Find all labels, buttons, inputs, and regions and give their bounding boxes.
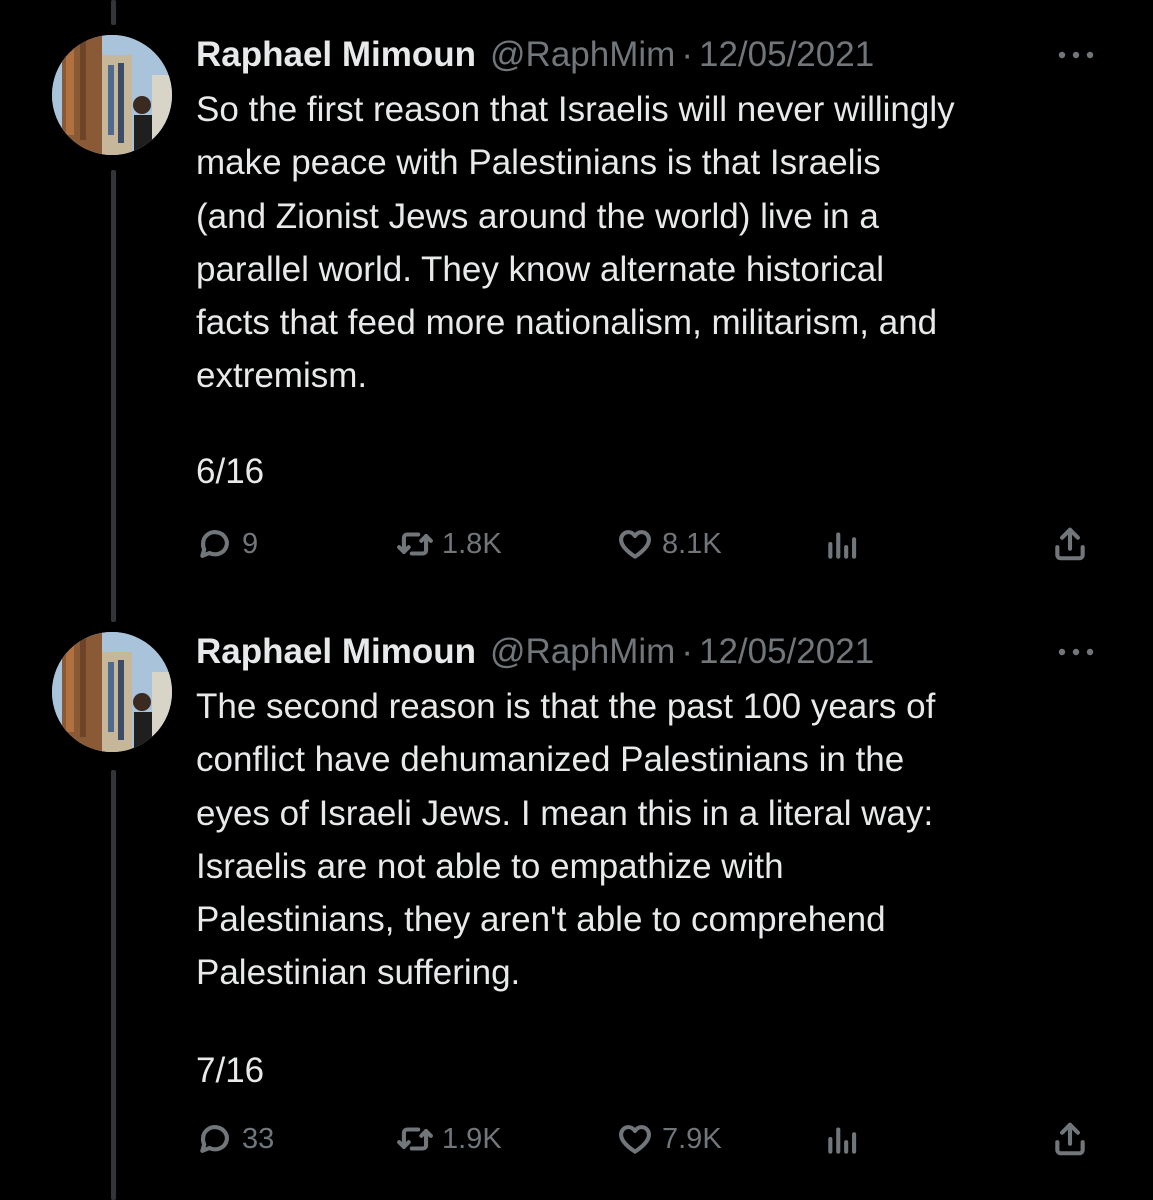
thread-position: 7/16: [196, 1051, 265, 1090]
reply-count: 33: [242, 1122, 275, 1155]
author-name[interactable]: Raphael Mimoun: [196, 622, 476, 682]
retweet-button[interactable]: 1.9K: [396, 1114, 502, 1164]
author-name[interactable]: Raphael Mimoun: [196, 25, 476, 85]
avatar[interactable]: [52, 35, 172, 155]
author-handle[interactable]: @RaphMim: [490, 25, 675, 85]
views-chart-icon: [828, 532, 857, 559]
retweet-count: 1.8K: [442, 527, 502, 560]
tweet-date[interactable]: 12/05/2021: [699, 25, 874, 85]
tweet-text: The second reason is that the past 100 y…: [196, 687, 936, 993]
tweet-header: Raphael Mimoun @RaphMim · 12/05/2021: [196, 622, 874, 682]
thread-position: 6/16: [196, 452, 265, 491]
heart-icon: [619, 1125, 651, 1154]
views-button[interactable]: [824, 1114, 862, 1164]
share-upload-icon: [1055, 1122, 1085, 1156]
like-button[interactable]: 7.9K: [616, 1114, 722, 1164]
tweet[interactable]: Raphael Mimoun @RaphMim · 12/05/2021 So …: [0, 25, 1153, 595]
retweet-icon: [397, 1127, 433, 1151]
tweet-date[interactable]: 12/05/2021: [699, 622, 874, 682]
heart-icon: [619, 530, 651, 559]
like-button[interactable]: 8.1K: [616, 519, 722, 569]
reply-bubble-icon: [200, 1125, 229, 1153]
thread-line-top: [111, 0, 116, 25]
tweet-actions: 33 1.9K 7.9K: [196, 1114, 1096, 1164]
tweet-actions: 9 1.8K 8.1K: [196, 519, 1096, 569]
separator-dot: ·: [681, 632, 693, 671]
author-handle[interactable]: @RaphMim: [490, 622, 675, 682]
retweet-button[interactable]: 1.8K: [396, 519, 502, 569]
like-count: 7.9K: [662, 1122, 722, 1155]
separator-dot: ·: [681, 35, 693, 74]
reply-bubble-icon: [200, 530, 229, 558]
like-count: 8.1K: [662, 527, 722, 560]
share-upload-icon: [1055, 527, 1085, 561]
share-button[interactable]: [1051, 519, 1089, 569]
tweet-text: So the first reason that Israelis will n…: [196, 90, 955, 396]
more-horizontal-icon[interactable]: [1056, 644, 1096, 660]
tweet[interactable]: Raphael Mimoun @RaphMim · 12/05/2021 The…: [0, 622, 1153, 1200]
views-chart-icon: [828, 1127, 857, 1154]
retweet-count: 1.9K: [442, 1122, 502, 1155]
avatar[interactable]: [52, 632, 172, 752]
tweet-header: Raphael Mimoun @RaphMim · 12/05/2021: [196, 25, 874, 85]
reply-button[interactable]: 9: [196, 519, 258, 569]
views-button[interactable]: [824, 519, 862, 569]
more-horizontal-icon[interactable]: [1056, 47, 1096, 63]
reply-button[interactable]: 33: [196, 1114, 274, 1164]
retweet-icon: [397, 532, 433, 556]
share-button[interactable]: [1051, 1114, 1089, 1164]
reply-count: 9: [242, 527, 259, 560]
